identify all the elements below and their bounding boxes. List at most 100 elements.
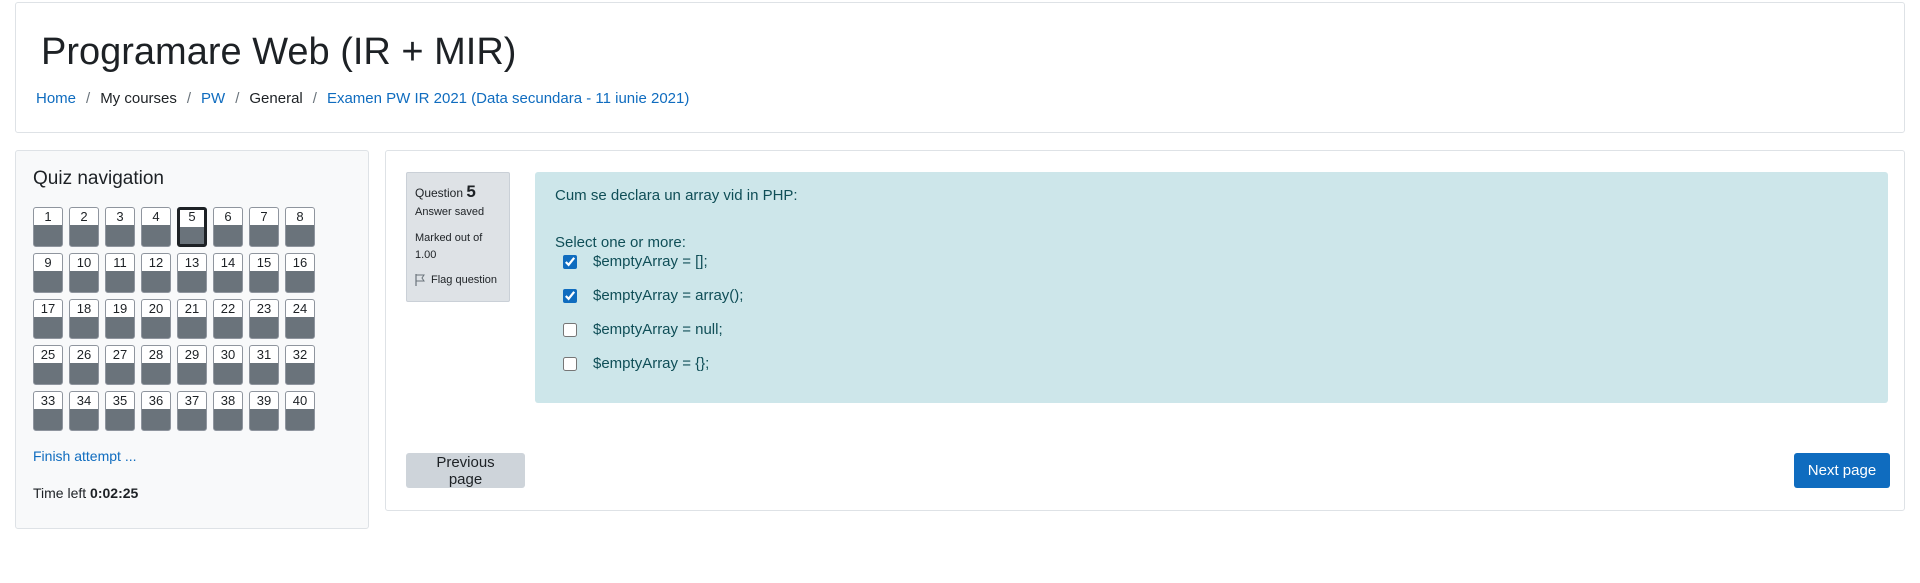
question-text: Cum se declara un array vid in PHP: bbox=[555, 187, 798, 204]
breadcrumb-separator: / bbox=[86, 90, 91, 107]
question-nav-button[interactable]: 13 bbox=[177, 253, 207, 293]
breadcrumb-separator: / bbox=[186, 90, 192, 107]
question-nav-button[interactable]: 24 bbox=[285, 299, 315, 339]
question-nav-button[interactable]: 20 bbox=[141, 299, 171, 339]
question-nav-number: 34 bbox=[76, 393, 92, 408]
question-nav-button[interactable]: 27 bbox=[105, 345, 135, 385]
question-nav-button[interactable]: 15 bbox=[249, 253, 279, 293]
question-nav-button[interactable]: 7 bbox=[249, 207, 279, 247]
time-left-label: Time left bbox=[33, 485, 87, 501]
question-nav-button[interactable]: 18 bbox=[69, 299, 99, 339]
question-nav-button[interactable]: 33 bbox=[33, 391, 63, 431]
quiz-timer: Time left 0:02:25 bbox=[33, 485, 138, 501]
question-nav-number: 17 bbox=[40, 301, 56, 316]
question-nav-button[interactable]: 8 bbox=[285, 207, 315, 247]
question-nav-button[interactable]: 26 bbox=[69, 345, 99, 385]
question-nav-number: 23 bbox=[256, 301, 272, 316]
breadcrumb-course[interactable]: PW bbox=[201, 90, 225, 107]
question-nav-number: 3 bbox=[116, 209, 124, 224]
finish-attempt-link[interactable]: Finish attempt ... bbox=[33, 448, 136, 464]
flag-question-toggle[interactable]: Flag question bbox=[415, 274, 501, 286]
answer-option[interactable]: $emptyArray = []; bbox=[563, 253, 708, 270]
question-nav-number: 1 bbox=[44, 209, 52, 224]
question-nav-button[interactable]: 4 bbox=[141, 207, 171, 247]
question-nav-number: 12 bbox=[148, 255, 164, 270]
question-nav-button[interactable]: 23 bbox=[249, 299, 279, 339]
question-nav-button[interactable]: 40 bbox=[285, 391, 315, 431]
question-nav-button[interactable]: 30 bbox=[213, 345, 243, 385]
answer-checkbox[interactable] bbox=[563, 288, 577, 303]
question-number: 5 bbox=[466, 182, 476, 201]
answer-checkbox[interactable] bbox=[563, 322, 577, 337]
answer-option[interactable]: $emptyArray = array(); bbox=[563, 287, 743, 304]
grade-label: Marked out of bbox=[415, 232, 483, 244]
question-nav-number: 27 bbox=[112, 347, 128, 362]
question-nav-number: 18 bbox=[76, 301, 92, 316]
question-nav-button[interactable]: 34 bbox=[69, 391, 99, 431]
question-nav-number: 33 bbox=[40, 393, 56, 408]
flag-icon bbox=[415, 274, 425, 286]
breadcrumb-separator: / bbox=[312, 90, 317, 107]
question-nav-number: 19 bbox=[112, 301, 128, 316]
question-state: Answer saved bbox=[415, 206, 485, 218]
question-nav-button[interactable]: 25 bbox=[33, 345, 63, 385]
breadcrumb-home[interactable]: Home bbox=[36, 90, 76, 107]
question-area: Question 5 Answer saved Marked out of 1.… bbox=[385, 150, 1905, 511]
answer-text: $emptyArray = []; bbox=[593, 253, 708, 270]
question-nav-number: 2 bbox=[80, 209, 88, 224]
next-page-button[interactable]: Next page bbox=[1794, 453, 1890, 488]
question-nav-button[interactable]: 22 bbox=[213, 299, 243, 339]
question-nav-button[interactable]: 3 bbox=[105, 207, 135, 247]
question-nav-number: 21 bbox=[184, 301, 200, 316]
breadcrumb-quiz[interactable]: Examen PW IR 2021 (Data secundara - 11 i… bbox=[327, 90, 689, 107]
question-nav-button[interactable]: 12 bbox=[141, 253, 171, 293]
question-nav-number: 26 bbox=[76, 347, 92, 362]
question-nav-button[interactable]: 31 bbox=[249, 345, 279, 385]
breadcrumb: Home / My courses / PW / General / Exame… bbox=[36, 90, 689, 107]
answer-checkbox[interactable] bbox=[563, 254, 577, 269]
question-nav-button[interactable]: 32 bbox=[285, 345, 315, 385]
question-nav-button[interactable]: 38 bbox=[213, 391, 243, 431]
question-nav-number: 36 bbox=[148, 393, 164, 408]
question-nav-number: 9 bbox=[44, 255, 52, 270]
question-nav-button[interactable]: 36 bbox=[141, 391, 171, 431]
question-nav-button[interactable]: 2 bbox=[69, 207, 99, 247]
question-nav-button[interactable]: 37 bbox=[177, 391, 207, 431]
time-left-value: 0:02:25 bbox=[90, 485, 139, 501]
question-nav-button[interactable]: 11 bbox=[105, 253, 135, 293]
breadcrumb-section: General bbox=[249, 90, 303, 107]
question-nav-button[interactable]: 5 bbox=[177, 207, 207, 247]
question-nav-number: 24 bbox=[292, 301, 308, 316]
question-nav-button[interactable]: 21 bbox=[177, 299, 207, 339]
question-nav-number: 30 bbox=[220, 347, 236, 362]
question-nav-number: 15 bbox=[256, 255, 272, 270]
page-header: Programare Web (IR + MIR) Home / My cour… bbox=[15, 2, 1905, 133]
question-nav-number: 5 bbox=[188, 209, 196, 224]
question-nav-button[interactable]: 9 bbox=[33, 253, 63, 293]
answer-option[interactable]: $emptyArray = null; bbox=[563, 321, 723, 338]
question-nav-button[interactable]: 10 bbox=[69, 253, 99, 293]
question-nav-number: 8 bbox=[296, 209, 304, 224]
question-nav-number: 14 bbox=[220, 255, 236, 270]
question-nav-button[interactable]: 39 bbox=[249, 391, 279, 431]
question-nav-button[interactable]: 16 bbox=[285, 253, 315, 293]
breadcrumb-separator: / bbox=[235, 90, 240, 107]
question-nav-number: 20 bbox=[148, 301, 164, 316]
question-content: Cum se declara un array vid in PHP: Sele… bbox=[535, 172, 1888, 403]
question-nav-number: 11 bbox=[113, 255, 127, 270]
question-nav-button[interactable]: 29 bbox=[177, 345, 207, 385]
question-nav-button[interactable]: 35 bbox=[105, 391, 135, 431]
question-nav-button[interactable]: 17 bbox=[33, 299, 63, 339]
answer-checkbox[interactable] bbox=[563, 356, 577, 371]
question-nav-number: 7 bbox=[260, 209, 268, 224]
question-nav-button[interactable]: 14 bbox=[213, 253, 243, 293]
question-nav-button[interactable]: 28 bbox=[141, 345, 171, 385]
previous-page-button[interactable]: Previous page bbox=[406, 453, 525, 488]
question-number-line: Question 5 bbox=[415, 182, 501, 202]
breadcrumb-my-courses: My courses bbox=[100, 90, 177, 107]
question-nav-button[interactable]: 1 bbox=[33, 207, 63, 247]
answer-option[interactable]: $emptyArray = {}; bbox=[563, 355, 709, 372]
question-nav-number: 35 bbox=[112, 393, 128, 408]
question-nav-button[interactable]: 19 bbox=[105, 299, 135, 339]
question-nav-button[interactable]: 6 bbox=[213, 207, 243, 247]
